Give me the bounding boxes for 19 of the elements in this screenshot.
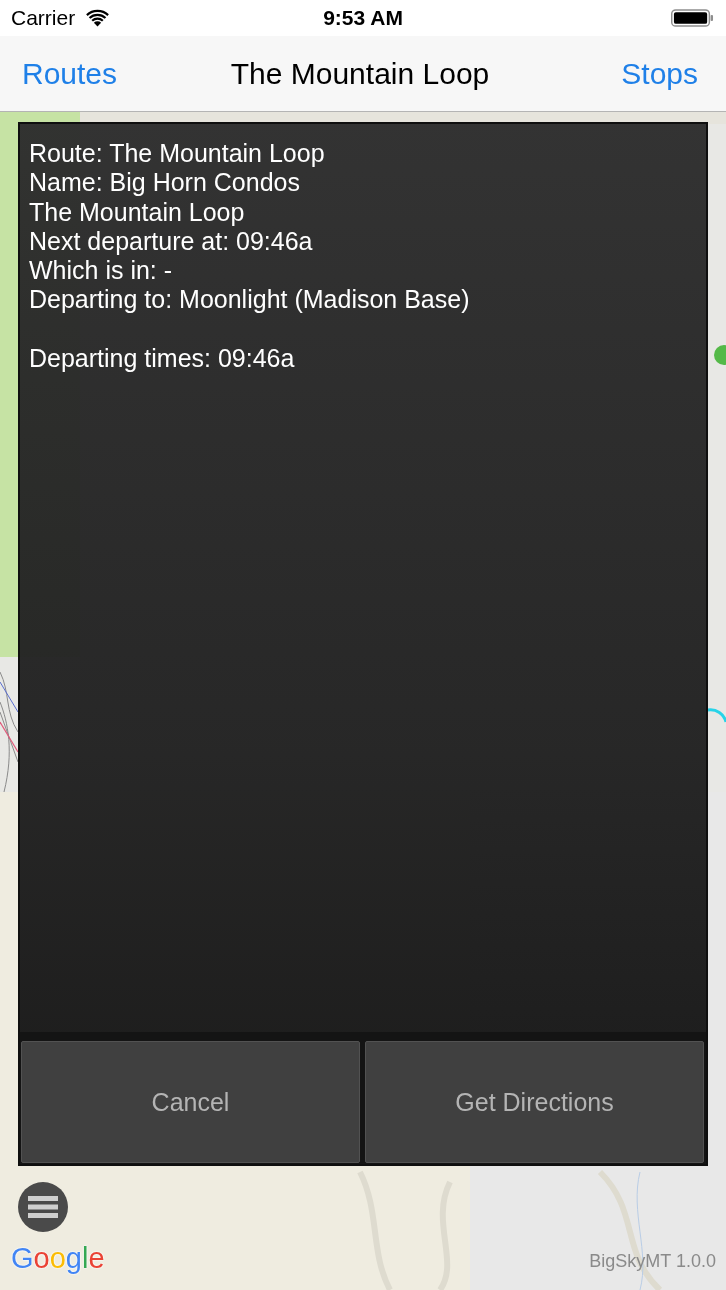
version-label: BigSkyMT 1.0.0 xyxy=(589,1250,716,1272)
dialog-button[interactable]: Get Directions xyxy=(365,1041,704,1163)
stops-button[interactable]: Stops xyxy=(619,54,700,93)
map-logo-text: Google xyxy=(11,1241,105,1276)
routes-button[interactable]: Routes xyxy=(20,54,120,93)
carrier-name: Carrier xyxy=(11,6,76,30)
info-line: Next departure at: 09:46a xyxy=(29,226,314,257)
departing-times-text: Departing times: 09:46a xyxy=(29,344,296,374)
info-line: Which is in: - xyxy=(29,256,174,286)
clock-time: 9:53 AM xyxy=(323,6,403,30)
info-line: Route: The Mountain Loop xyxy=(29,139,326,169)
info-line: Departing to: Moonlight (Madison Base) xyxy=(29,285,471,315)
wifi-icon xyxy=(85,9,111,27)
info-line: The Mountain Loop xyxy=(29,197,246,227)
battery-icon xyxy=(671,9,714,27)
info-line: Name: Big Horn Condos xyxy=(29,168,301,198)
screen-title: The Mountain Loop xyxy=(230,56,490,91)
dialog-button[interactable]: Cancel xyxy=(21,1041,360,1163)
menu-icon xyxy=(28,1196,58,1218)
